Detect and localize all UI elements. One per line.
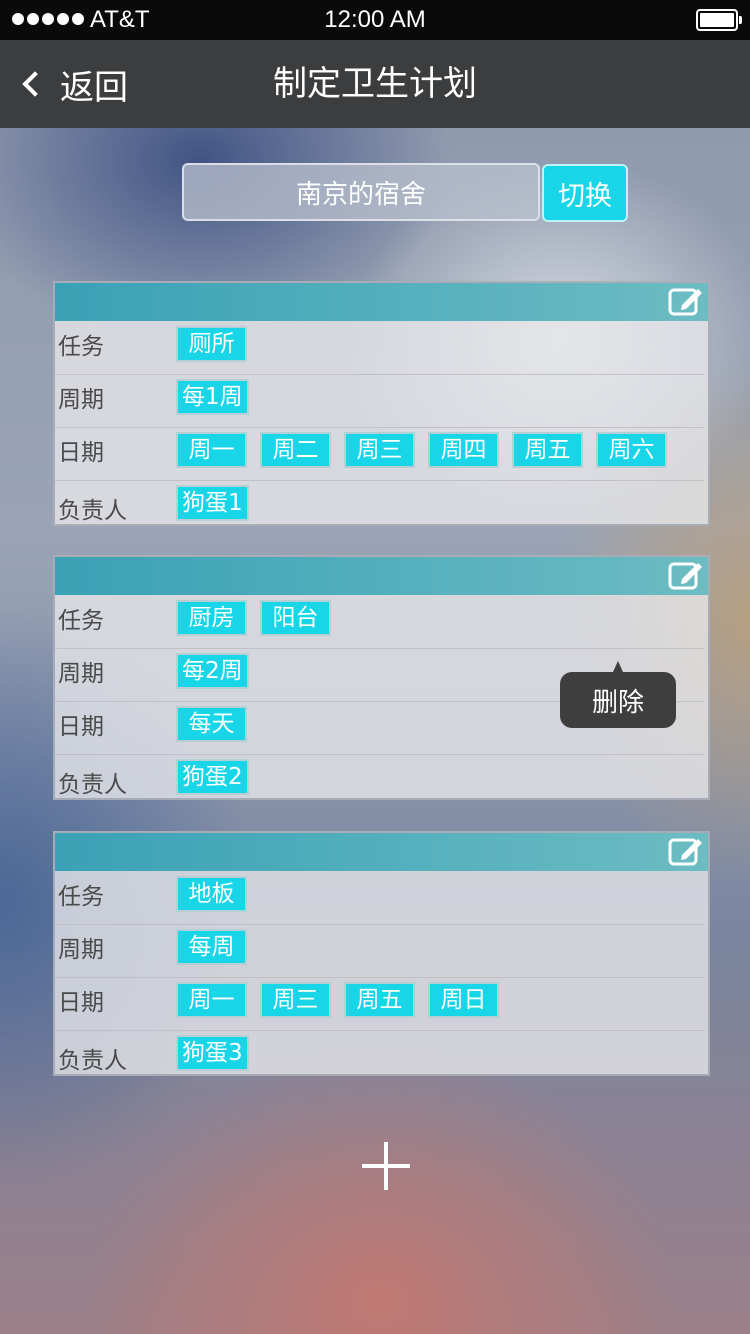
cycle-chip[interactable]: 每2周: [176, 653, 249, 689]
plan-row-owner: 负责人 狗蛋1: [55, 480, 708, 524]
date-chip[interactable]: 周三: [344, 432, 415, 468]
row-label-cycle: 周期: [58, 937, 104, 963]
row-label-date: 日期: [58, 714, 104, 740]
date-chip[interactable]: 周五: [344, 982, 415, 1018]
cycle-chip[interactable]: 每周: [176, 929, 247, 965]
back-label: 返回: [60, 67, 128, 108]
date-chip[interactable]: 每天: [176, 706, 247, 742]
plan-row-cycle: 周期 每1周: [55, 374, 708, 427]
row-label-task: 任务: [58, 608, 104, 634]
plan-row-task: 任务 地板: [55, 871, 708, 924]
edit-icon[interactable]: [668, 559, 704, 591]
dorm-name-field[interactable]: 南京的宿舍: [182, 163, 540, 221]
date-chip[interactable]: 周一: [176, 982, 247, 1018]
chip-group-date: 周一 周三 周五 周日: [176, 982, 499, 1018]
task-chip[interactable]: 阳台: [260, 600, 331, 636]
row-label-date: 日期: [58, 990, 104, 1016]
plan-card: 任务 地板周期 每周日期 周一 周三 周五 周日负责人 狗蛋3: [53, 831, 710, 1076]
add-plan-button[interactable]: [362, 1142, 410, 1190]
chip-group-cycle: 每1周: [176, 379, 249, 415]
owner-chip[interactable]: 狗蛋1: [176, 485, 249, 521]
chevron-left-icon: [22, 71, 48, 97]
chip-group-cycle: 每周: [176, 929, 247, 965]
plan-row-task: 任务 厕所: [55, 321, 708, 374]
navigation-bar: 制定卫生计划 返回: [0, 40, 750, 128]
date-chip[interactable]: 周二: [260, 432, 331, 468]
task-chip[interactable]: 厕所: [176, 326, 247, 362]
plan-card-header: [55, 557, 708, 595]
chip-group-owner: 狗蛋3: [176, 1035, 249, 1071]
row-label-date: 日期: [58, 440, 104, 466]
back-button[interactable]: 返回: [20, 40, 128, 128]
owner-chip[interactable]: 狗蛋2: [176, 759, 249, 795]
status-time: 12:00 AM: [324, 6, 426, 33]
delete-popup-button[interactable]: 删除: [560, 661, 676, 728]
chip-group-owner: 狗蛋1: [176, 485, 249, 521]
chip-group-date: 周一 周二 周三 周四 周五 周六: [176, 432, 667, 468]
plan-row-date: 日期 周一 周二 周三 周四 周五 周六: [55, 427, 708, 480]
task-chip[interactable]: 厨房: [176, 600, 247, 636]
row-label-task: 任务: [58, 884, 104, 910]
chip-group-task: 厨房 阳台: [176, 600, 331, 636]
plan-card-header: [55, 283, 708, 321]
chip-group-task: 厕所: [176, 326, 247, 362]
row-label-cycle: 周期: [58, 661, 104, 687]
chip-group-date: 每天: [176, 706, 247, 742]
plan-row-date: 日期 周一 周三 周五 周日: [55, 977, 708, 1030]
row-label-owner: 负责人: [58, 498, 127, 524]
row-label-owner: 负责人: [58, 1048, 127, 1074]
date-chip[interactable]: 周三: [260, 982, 331, 1018]
plan-row-owner: 负责人 狗蛋2: [55, 754, 708, 798]
date-chip[interactable]: 周四: [428, 432, 499, 468]
edit-icon[interactable]: [668, 285, 704, 317]
date-chip[interactable]: 周日: [428, 982, 499, 1018]
edit-icon[interactable]: [668, 835, 704, 867]
chip-group-owner: 狗蛋2: [176, 759, 249, 795]
date-chip[interactable]: 周五: [512, 432, 583, 468]
chip-group-cycle: 每2周: [176, 653, 249, 689]
task-chip[interactable]: 地板: [176, 876, 247, 912]
plan-row-owner: 负责人 狗蛋3: [55, 1030, 708, 1074]
plan-row-cycle: 周期 每周: [55, 924, 708, 977]
row-label-cycle: 周期: [58, 387, 104, 413]
status-bar: AT&T 12:00 AM: [0, 0, 750, 40]
date-chip[interactable]: 周一: [176, 432, 247, 468]
switch-dorm-button[interactable]: 切换: [542, 164, 628, 222]
row-label-task: 任务: [58, 334, 104, 360]
chip-group-task: 地板: [176, 876, 247, 912]
row-label-owner: 负责人: [58, 772, 127, 798]
owner-chip[interactable]: 狗蛋3: [176, 1035, 249, 1071]
plan-row-task: 任务 厨房 阳台: [55, 595, 708, 648]
cycle-chip[interactable]: 每1周: [176, 379, 249, 415]
plan-card: 任务 厕所周期 每1周日期 周一 周二 周三 周四 周五 周六负责人 狗蛋1: [53, 281, 710, 526]
battery-icon: [696, 9, 742, 31]
date-chip[interactable]: 周六: [596, 432, 667, 468]
plan-card-header: [55, 833, 708, 871]
